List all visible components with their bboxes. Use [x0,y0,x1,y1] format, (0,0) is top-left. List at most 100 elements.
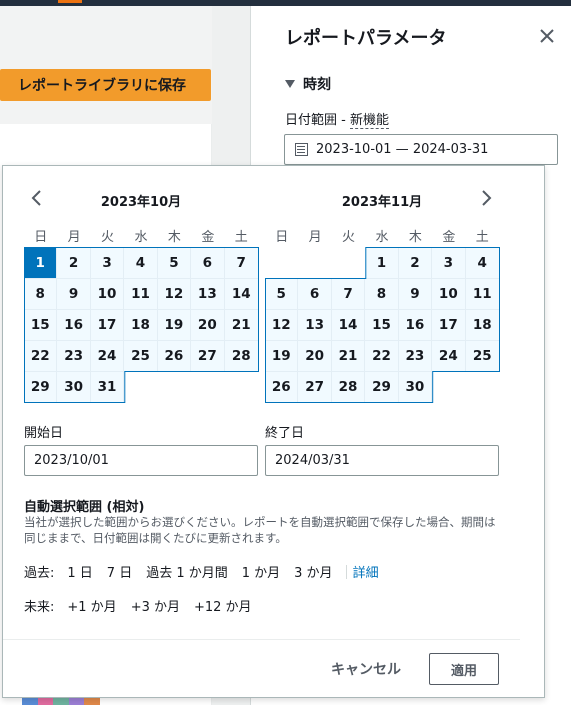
color-swatch [22,697,38,705]
calendar-day[interactable]: 21 [331,341,366,372]
calendar-day[interactable]: 18 [465,310,499,341]
calendar-day[interactable]: 19 [157,310,192,341]
calendar-day[interactable]: 7 [224,248,258,279]
calendar-day[interactable]: 7 [331,279,366,310]
future-range-option[interactable]: +3 か月 [131,596,180,615]
past-range-option[interactable]: 1 か月 [242,562,280,581]
calendar-day[interactable]: 15 [365,310,399,341]
calendar-day[interactable]: 15 [24,310,58,341]
calendar-day[interactable]: 30 [398,372,433,403]
calendar-day[interactable]: 10 [432,279,466,310]
calendar-day[interactable]: 20 [191,310,225,341]
calendar-day[interactable]: 20 [298,341,332,372]
empty-day-cell [332,248,365,279]
right-month-title: 2023年11月 [341,195,423,210]
color-swatch [68,697,85,705]
right-month-grid: 日月火水木金土 1 2 3 4 5 6 7 8 9 10 11 12 13 14 15 16 17 18 19 20 21… [265,226,499,403]
past-range-option[interactable]: 1 日 [67,562,92,581]
close-icon[interactable] [537,26,557,46]
calendar-day[interactable]: 4 [465,248,499,279]
calendar-day[interactable]: 11 [465,279,499,310]
calendar-day[interactable]: 25 [124,341,158,372]
calendar-day[interactable]: 11 [124,279,158,310]
calendar-day[interactable]: 9 [398,279,433,310]
calendar-day[interactable]: 4 [124,248,158,279]
calendar-week-row: 12 13 14 15 16 17 18 [265,310,499,341]
calendar-day[interactable]: 2 [57,248,91,279]
calendar-day[interactable]: 12 [265,310,299,341]
calendar-day[interactable]: 3 [432,248,466,279]
save-to-report-library-button[interactable]: レポートライブラリに保存 [0,69,211,101]
calendar-day[interactable]: 13 [298,310,332,341]
date-range-input[interactable]: 2023-10-01 — 2024-03-31 [284,134,558,165]
calendar-day[interactable]: 29 [24,372,58,403]
calendar-day[interactable]: 17 [432,310,466,341]
calendar-day[interactable]: 1 [365,248,399,279]
calendar-day[interactable]: 22 [365,341,399,372]
calendar-day[interactable]: 3 [90,248,125,279]
calendar-day[interactable]: 28 [331,372,366,403]
calendar-day[interactable]: 14 [224,279,258,310]
future-range-option[interactable]: +12 か月 [194,596,252,615]
calendar-week-row: 19 20 21 22 23 24 25 [265,341,499,372]
date-range-value: 2023-10-01 — 2024-03-31 [316,142,489,157]
section-label: 時刻 [303,77,331,93]
calendar-day[interactable]: 5 [157,248,192,279]
calendar-day[interactable]: 21 [224,310,258,341]
past-range-option[interactable]: 3 か月 [294,562,332,581]
calendar-day[interactable]: 31 [90,372,125,403]
calendar-day[interactable]: 12 [157,279,192,310]
calendar-day[interactable]: 10 [90,279,125,310]
calendar-day[interactable]: 6 [298,279,332,310]
new-feature-badge[interactable]: 新機能 [349,113,389,129]
calendar-day[interactable]: 16 [398,310,433,341]
calendar-week-row: 8 9 10 11 12 13 14 [24,279,258,310]
weekday-label: 月 [67,230,81,245]
apply-button[interactable]: 適用 [429,653,499,685]
calendar-day[interactable]: 2 [398,248,433,279]
calendar-week-row: 5 6 7 8 9 10 11 [265,279,499,310]
calendar-day[interactable]: 6 [191,248,225,279]
time-section-toggle[interactable]: 時刻 [285,74,331,94]
calendar-day[interactable]: 5 [265,279,299,310]
start-date-input[interactable]: 2023/10/01 [24,445,258,476]
weekday-label: 木 [167,230,181,245]
past-range-option[interactable]: 過去 1 か月間 [146,562,228,581]
calendar-day[interactable]: 9 [57,279,91,310]
future-ranges-row: 未来: +1 か月 +3 か月 +12 か月 [24,596,259,615]
calendar-day[interactable]: 24 [90,341,125,372]
color-swatch-strip [22,697,100,705]
calendar-day[interactable]: 17 [90,310,125,341]
cancel-button[interactable]: キャンセル [321,653,411,685]
calendar-day[interactable]: 14 [331,310,366,341]
calendar-day[interactable]: 30 [57,372,91,403]
end-date-input[interactable]: 2024/03/31 [265,445,499,476]
calendar-day[interactable]: 8 [24,279,58,310]
calendar-day[interactable]: 27 [298,372,332,403]
calendar-day[interactable]: 8 [365,279,399,310]
calendar-day[interactable]: 23 [57,341,91,372]
calendar-day[interactable]: 16 [57,310,91,341]
calendar-day[interactable]: 19 [265,341,299,372]
calendar-day[interactable]: 29 [365,372,399,403]
calendar-day[interactable]: 23 [398,341,433,372]
details-link[interactable]: 詳細 [353,562,379,581]
calendar-day[interactable]: 13 [191,279,225,310]
weekday-label: 水 [375,230,389,245]
past-range-option[interactable]: 7 日 [107,562,132,581]
calendar-day[interactable]: 1 [24,248,58,279]
relative-range-title: 自動選択範囲 (相対) [24,500,145,515]
calendar-day[interactable]: 18 [124,310,158,341]
calendar-day[interactable]: 22 [24,341,58,372]
calendar-day[interactable]: 28 [224,341,258,372]
weekday-label: 日 [275,230,289,245]
calendar-day[interactable]: 26 [265,372,299,403]
date-range-label-text: 日付範囲 [285,113,338,128]
calendar-day[interactable]: 27 [191,341,225,372]
date-range-picker: 2023年10月 2023年11月 日月火水木金土 1 2 3 4 5 6 7 8 9 10 11 12… [2,165,545,698]
calendar-day[interactable]: 26 [157,341,192,372]
empty-day-cell [265,248,298,279]
future-range-option[interactable]: +1 か月 [67,596,116,615]
calendar-day[interactable]: 25 [465,341,499,372]
calendar-day[interactable]: 24 [432,341,466,372]
